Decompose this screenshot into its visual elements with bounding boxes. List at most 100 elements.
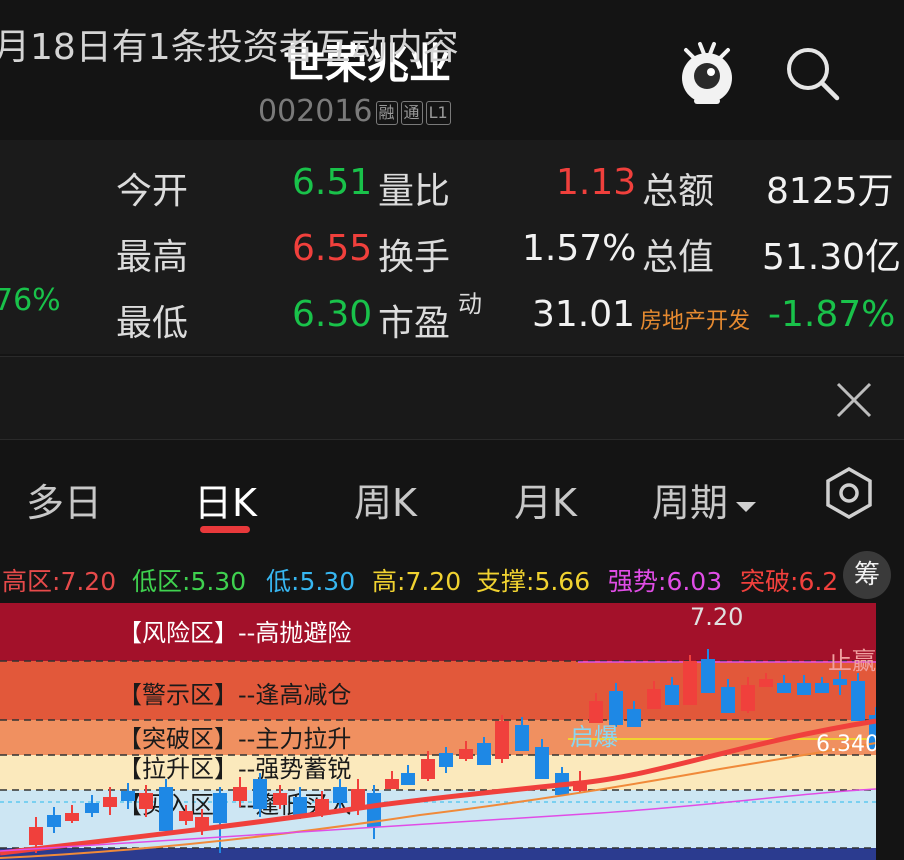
ind-high-label: 高: bbox=[372, 567, 406, 596]
start-annotation: 启爆 bbox=[570, 723, 618, 751]
candle-body bbox=[777, 683, 791, 693]
zone-label-breakout: 【突破区】--主力拉升 bbox=[118, 725, 351, 753]
ind-support-value: 5.66 bbox=[534, 567, 591, 596]
candle-body bbox=[851, 681, 865, 721]
ind-support: 支撑:5.66 bbox=[476, 562, 590, 598]
high-annotation: 7.20 bbox=[690, 603, 743, 631]
chevron-down-icon bbox=[736, 501, 757, 512]
candle-body bbox=[665, 685, 679, 705]
candle-body bbox=[701, 659, 715, 693]
value-pe: 31.01 bbox=[532, 294, 636, 335]
candle-body bbox=[385, 779, 399, 789]
stock-code-row: 002016 融通 L1 bbox=[258, 94, 451, 129]
label-pe-dynamic: 动 bbox=[458, 290, 482, 318]
tab-period-label: 周期 bbox=[652, 481, 729, 525]
candle-body bbox=[29, 827, 43, 845]
stock-code: 002016 bbox=[258, 94, 373, 129]
candle-body bbox=[139, 793, 153, 809]
candle-body bbox=[47, 815, 61, 827]
ind-strong-value: 6.03 bbox=[666, 567, 723, 596]
candle-body bbox=[683, 661, 697, 705]
candle-body bbox=[439, 753, 453, 767]
candle-body bbox=[609, 691, 623, 725]
active-tab-indicator bbox=[200, 526, 250, 533]
candle-body bbox=[293, 797, 307, 815]
change-percent-partial: 76% bbox=[0, 283, 61, 318]
ind-high-zone: 高区:7.20 bbox=[2, 562, 116, 598]
candle-body bbox=[333, 787, 347, 803]
price-annotation: 6.340 bbox=[816, 732, 879, 757]
candle-body bbox=[833, 679, 847, 685]
candle-body bbox=[495, 721, 509, 759]
period-tabs bbox=[0, 440, 904, 545]
candle-body bbox=[815, 683, 829, 693]
candle-body bbox=[253, 779, 267, 809]
settings-icon[interactable] bbox=[822, 466, 876, 520]
candle-body bbox=[159, 787, 173, 831]
value-high: 6.55 bbox=[292, 228, 373, 269]
value-volume-ratio: 1.13 bbox=[556, 162, 637, 203]
ind-low-label: 低: bbox=[266, 567, 300, 596]
tab-period[interactable]: 周期 bbox=[652, 472, 758, 527]
label-high: 最高 bbox=[116, 237, 189, 278]
ind-low-zone: 低区:5.30 bbox=[132, 562, 246, 598]
ind-low: 低:5.30 bbox=[266, 562, 355, 598]
candle-body bbox=[65, 813, 79, 821]
candle-body bbox=[213, 793, 227, 823]
ind-high-zone-value: 7.20 bbox=[60, 567, 117, 596]
candle-body bbox=[421, 759, 435, 779]
tab-weekly-k[interactable]: 周K bbox=[354, 472, 417, 527]
candle-body bbox=[121, 791, 135, 801]
close-icon[interactable] bbox=[830, 376, 878, 424]
tag-connect: 通 bbox=[400, 100, 423, 125]
ind-low-zone-label: 低区: bbox=[132, 567, 191, 596]
label-market-cap: 总值 bbox=[642, 237, 715, 278]
label-open: 今开 bbox=[116, 171, 189, 212]
ind-breakout: 突破:6.2 bbox=[740, 562, 838, 598]
label-turnover-rate: 换手 bbox=[378, 237, 451, 278]
value-turnover-rate: 1.57% bbox=[522, 228, 637, 269]
candle-body bbox=[179, 811, 193, 821]
zone-label-warn: 【警示区】--逢高减仓 bbox=[118, 681, 351, 709]
ind-high: 高:7.20 bbox=[372, 562, 461, 598]
notice-text[interactable]: 月18日有1条投资者互动内容 bbox=[0, 18, 459, 70]
mascot-icon[interactable] bbox=[678, 40, 736, 106]
candle-body bbox=[759, 679, 773, 687]
candle-body bbox=[797, 683, 811, 695]
ind-strong-label: 强势: bbox=[608, 567, 667, 596]
candle-body bbox=[589, 701, 603, 723]
candle-body bbox=[85, 803, 99, 813]
notice-bar[interactable] bbox=[0, 356, 904, 440]
tab-daily-k[interactable]: 日K bbox=[194, 472, 257, 527]
candle-body bbox=[721, 687, 735, 713]
label-turnover-amount: 总额 bbox=[642, 171, 715, 212]
ind-strong: 强势:6.03 bbox=[608, 562, 722, 598]
candle-body bbox=[459, 749, 473, 759]
sector-change[interactable]: -1.87% bbox=[768, 294, 895, 335]
candle-body bbox=[401, 773, 415, 785]
candle-body bbox=[103, 797, 117, 807]
stop-profit-annotation: 止赢 bbox=[828, 647, 876, 675]
zone-label-risk: 【风险区】--高抛避险 bbox=[118, 619, 351, 647]
sector-name[interactable]: 房地产开发 bbox=[640, 303, 750, 335]
kline-chart[interactable]: 【风险区】--高抛避险 【警示区】--逢高减仓 【突破区】--主力拉升 【拉升区… bbox=[0, 603, 904, 860]
value-turnover-amount: 8125万 bbox=[766, 171, 894, 212]
search-icon[interactable] bbox=[783, 44, 841, 102]
chip-distribution-button[interactable]: 筹 bbox=[843, 551, 891, 599]
ind-breakout-value: 6.2 bbox=[798, 567, 839, 596]
ind-high-value: 7.20 bbox=[405, 567, 462, 596]
candle-body bbox=[741, 685, 755, 711]
candle-body bbox=[627, 709, 641, 727]
candle-body bbox=[535, 747, 549, 779]
candle-body bbox=[351, 789, 365, 807]
ind-high-zone-label: 高区: bbox=[2, 567, 61, 596]
zone-label-rise: 【拉升区】--强势蓄锐 bbox=[118, 755, 351, 783]
ind-low-value: 5.30 bbox=[299, 567, 356, 596]
candle-body bbox=[477, 743, 491, 765]
ind-low-zone-value: 5.30 bbox=[190, 567, 247, 596]
tab-monthly-k[interactable]: 月K bbox=[514, 472, 577, 527]
tab-multi-day[interactable]: 多日 bbox=[26, 472, 102, 527]
ind-breakout-label: 突破: bbox=[740, 567, 799, 596]
candle-body bbox=[273, 793, 287, 805]
value-market-cap: 51.30亿 bbox=[762, 237, 902, 278]
